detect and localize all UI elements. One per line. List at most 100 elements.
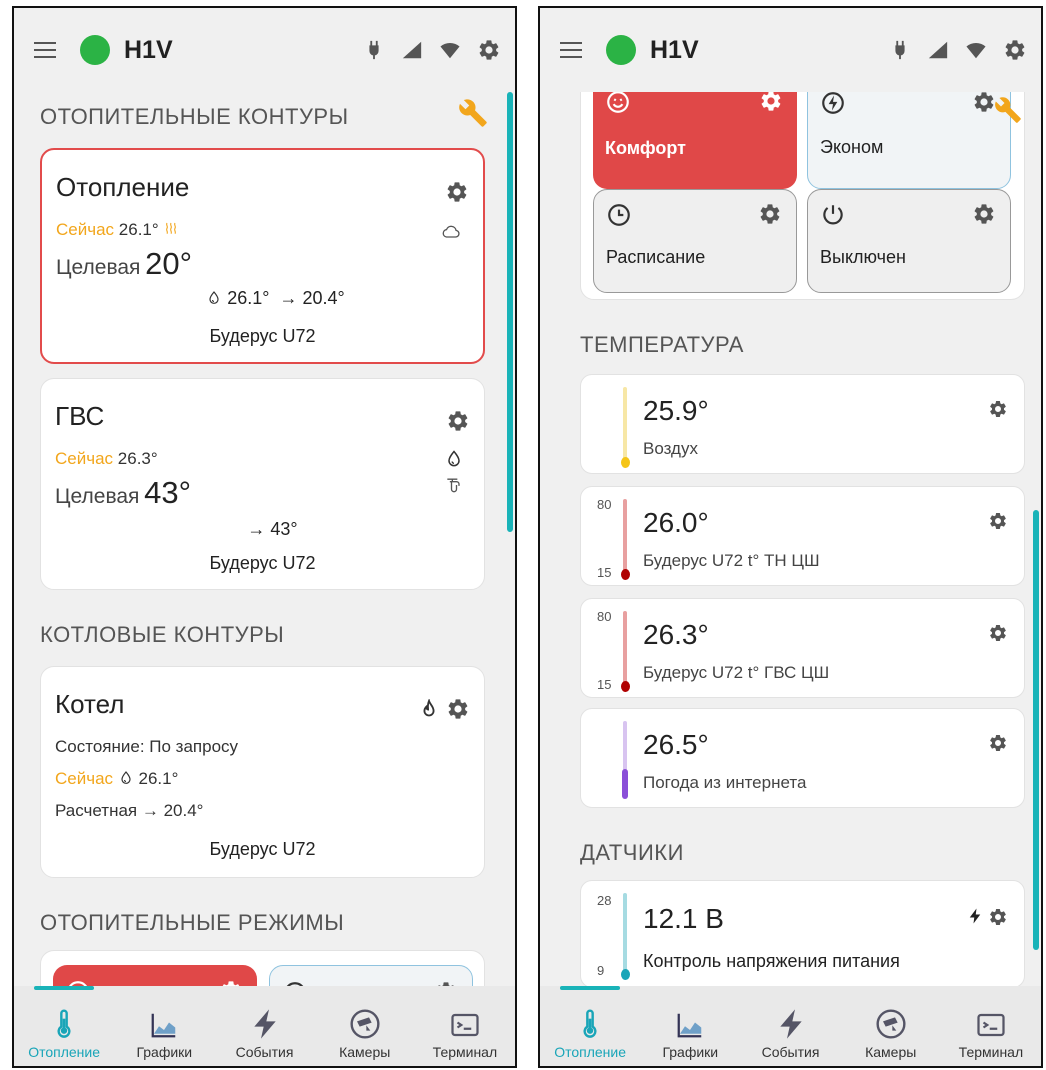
wrench-icon[interactable]: [994, 96, 1022, 124]
water-drop-icon: [118, 770, 134, 786]
nav-events[interactable]: События: [740, 986, 840, 1066]
temp-card-air[interactable]: 25.9° Воздух: [580, 374, 1025, 474]
temp-value: 26.5°: [643, 729, 709, 760]
card-title: ГВС: [55, 401, 105, 431]
sensor-name: Контроль напряжения питания: [643, 951, 900, 971]
mode-eco-button[interactable]: Эконом: [807, 92, 1011, 189]
nav-terminal[interactable]: Терминал: [941, 986, 1041, 1066]
scale-max: 80: [597, 609, 612, 624]
nav-cameras[interactable]: Камеры: [841, 986, 941, 1066]
eco-bolt-icon: [820, 92, 846, 116]
app-title: H1V: [650, 35, 699, 64]
nav-terminal[interactable]: Терминал: [415, 986, 515, 1066]
dhw-circuit-card[interactable]: ГВС Сейчас 26.3° Целевая 43° → 43° Будер…: [40, 378, 485, 590]
gear-icon[interactable]: [446, 697, 470, 721]
sensor-card-voltage[interactable]: 28 9 12.1 В Контроль напряжения питания: [580, 880, 1025, 986]
modes-card: [40, 950, 485, 986]
section-heating-circuits: ОТОПИТЕЛЬНЫЕ КОНТУРЫ: [40, 104, 349, 129]
scale-min: 15: [597, 565, 612, 580]
gear-icon[interactable]: [988, 511, 1008, 531]
gear-icon[interactable]: [446, 409, 470, 433]
scale-max: 28: [597, 893, 612, 908]
mode-label: Выключен: [820, 247, 906, 267]
nav-heating[interactable]: Отопление: [14, 986, 114, 1066]
card-title: Отопление: [56, 172, 190, 202]
settings-gear-icon[interactable]: [1003, 38, 1027, 62]
temp-name: Воздух: [643, 439, 698, 458]
nav-charts[interactable]: Графики: [114, 986, 214, 1066]
nav-charts[interactable]: Графики: [640, 986, 740, 1066]
bottom-nav: Отопление Графики События Камеры Термина…: [540, 986, 1041, 1066]
thermo-bulb: [621, 569, 630, 580]
modes-card: Комфорт Эконом Расписание Выключен: [580, 92, 1025, 300]
temp-card-weather[interactable]: 26.5° Погода из интернета: [580, 708, 1025, 808]
nav-cameras[interactable]: Камеры: [315, 986, 415, 1066]
app-bar: H1V: [14, 8, 515, 92]
clock-icon: [606, 202, 632, 228]
mode-comfort-button[interactable]: [53, 965, 257, 986]
gear-icon[interactable]: [759, 92, 783, 113]
scrollbar[interactable]: [507, 92, 513, 532]
boiler-circuit-card[interactable]: Котел Состояние: По запросу Сейчас 26.1°…: [40, 666, 485, 878]
mode-off-button[interactable]: Выключен: [807, 189, 1011, 293]
terminal-icon: [976, 1010, 1006, 1040]
section-heating-modes: ОТОПИТЕЛЬНЫЕ РЕЖИМЫ: [40, 910, 345, 935]
gear-icon[interactable]: [219, 979, 243, 986]
mode-comfort-button[interactable]: Комфорт: [593, 92, 797, 189]
chart-icon: [149, 1010, 179, 1040]
cellular-signal-icon: [401, 39, 423, 61]
gear-icon[interactable]: [972, 92, 996, 114]
gear-icon[interactable]: [445, 180, 469, 204]
sensor-value: 12.1 В: [643, 903, 724, 934]
app-bar: H1V: [540, 8, 1041, 92]
water-drop-icon: [444, 449, 464, 469]
source-label: Будерус U72: [209, 839, 316, 859]
heating-circuit-card[interactable]: Отопление Сейчас 26.1° Целевая 20° 26.1°…: [40, 148, 485, 364]
current-temp-line: Сейчас 26.3°: [55, 449, 158, 468]
scale-max: 80: [597, 497, 612, 512]
thermometer-icon: [574, 1008, 606, 1040]
lightning-icon: [966, 907, 984, 925]
temp-name: Будерус U72 t° ГВС ЦШ: [643, 663, 830, 682]
nav-events[interactable]: События: [214, 986, 314, 1066]
mode-label: Эконом: [820, 137, 884, 157]
mode-eco-button[interactable]: [269, 965, 473, 986]
target-temp-line: Целевая 43°: [55, 475, 192, 510]
gear-icon[interactable]: [988, 623, 1008, 643]
power-icon: [820, 202, 846, 228]
content-area: Комфорт Эконом Расписание Выключен ТЕМПЕ…: [540, 92, 1041, 986]
scrollbar[interactable]: [1033, 510, 1039, 950]
flame-icon: [418, 699, 440, 721]
menu-icon[interactable]: [34, 42, 56, 58]
mode-schedule-button[interactable]: Расписание: [593, 189, 797, 293]
smile-icon: [605, 92, 631, 115]
card-title: Котел: [55, 689, 125, 719]
smile-icon: [65, 979, 91, 986]
section-temperature: ТЕМПЕРАТУРА: [580, 332, 744, 357]
gear-icon[interactable]: [988, 907, 1008, 927]
phone-right: H1V Комфорт Эконом Расписание Выключен Т…: [538, 6, 1043, 1068]
gear-icon[interactable]: [758, 202, 782, 226]
thermo-bulb: [621, 681, 630, 692]
wrench-icon[interactable]: [458, 98, 488, 128]
thermo-scale-bar: [623, 387, 627, 463]
camera-icon: [875, 1008, 907, 1040]
wifi-icon: [439, 39, 461, 61]
temp-card-dhw[interactable]: 80 15 26.3° Будерус U72 t° ГВС ЦШ: [580, 598, 1025, 698]
cellular-signal-icon: [927, 39, 949, 61]
gear-icon[interactable]: [988, 733, 1008, 753]
menu-icon[interactable]: [560, 42, 582, 58]
temp-name: Будерус U72 t° ТН ЦШ: [643, 551, 820, 570]
target-temp-line: Целевая 20°: [56, 246, 193, 281]
source-label: Будерус U72: [209, 553, 316, 573]
current-temp-line: Сейчас 26.1°: [55, 769, 179, 788]
cloud-icon: [441, 222, 461, 242]
thermo-bulb: [622, 769, 628, 799]
nav-heating[interactable]: Отопление: [540, 986, 640, 1066]
gear-icon[interactable]: [972, 202, 996, 226]
flow-line: 26.1° → 20.4°: [42, 288, 483, 309]
temp-card-heating-flow[interactable]: 80 15 26.0° Будерус U72 t° ТН ЦШ: [580, 486, 1025, 586]
settings-gear-icon[interactable]: [477, 38, 501, 62]
section-boiler-circuits: КОТЛОВЫЕ КОНТУРЫ: [40, 622, 285, 647]
gear-icon[interactable]: [988, 399, 1008, 419]
